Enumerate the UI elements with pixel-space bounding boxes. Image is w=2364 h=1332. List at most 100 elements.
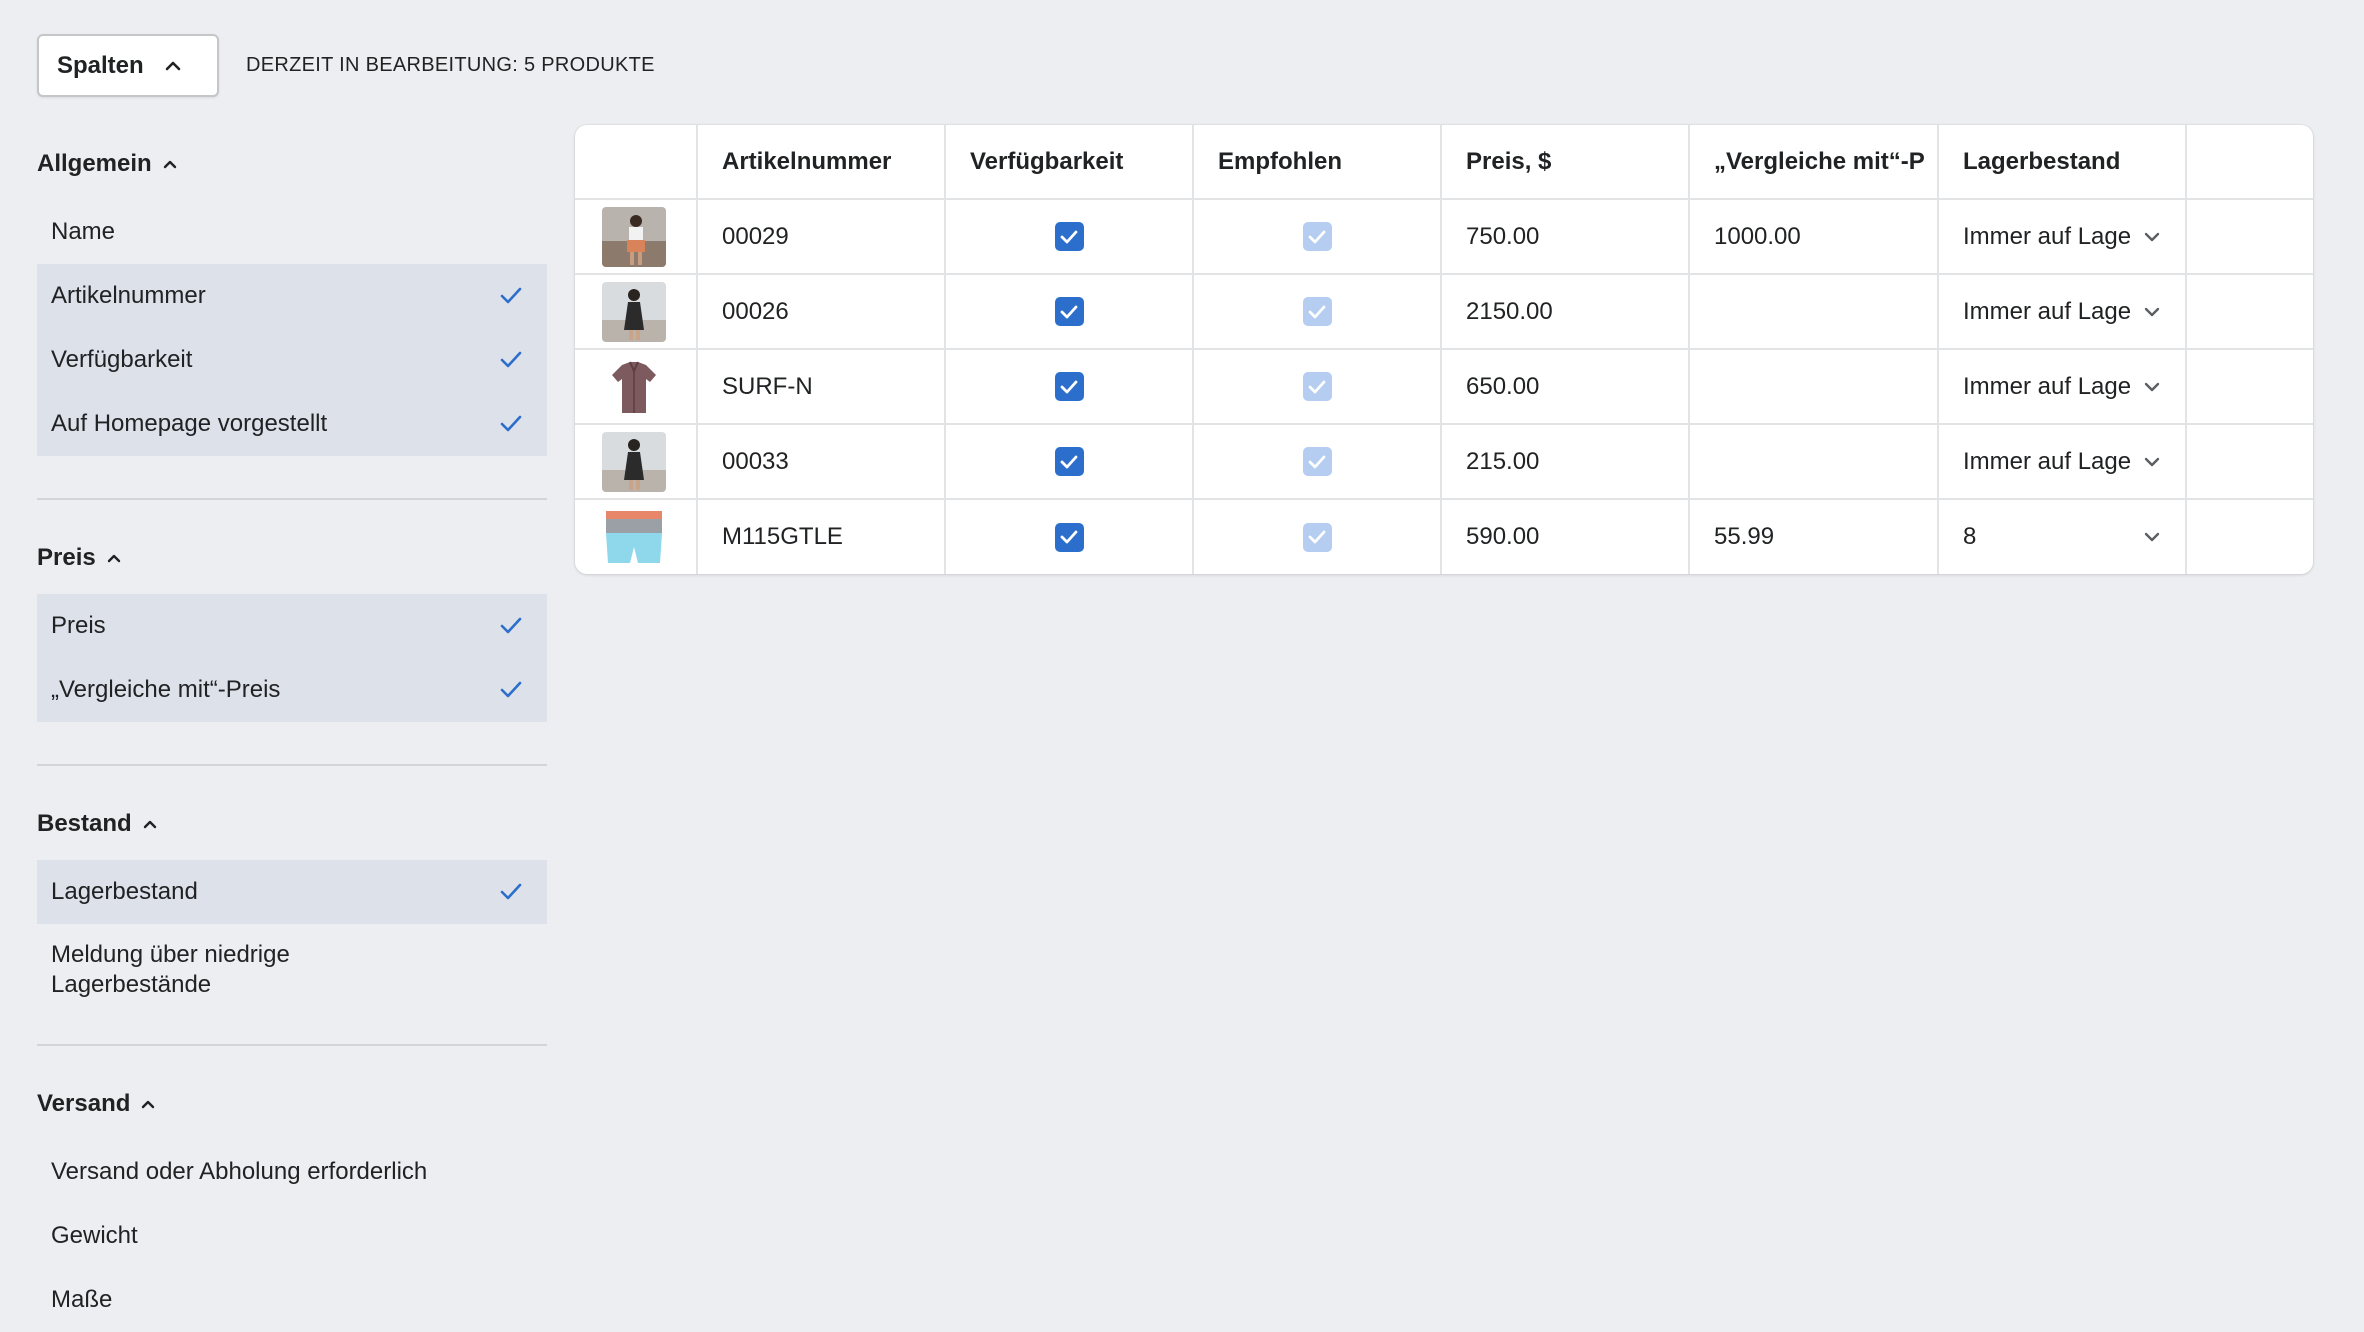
price-cell[interactable]: 590.00 (1441, 499, 1690, 574)
stock-select-value: 8 (1963, 523, 1977, 550)
extra-cell (2186, 274, 2313, 350)
price-cell[interactable]: 650.00 (1441, 349, 1690, 425)
product-thumbnail-image (602, 281, 666, 342)
chevron-down-icon (2143, 381, 2161, 393)
group-header-versand[interactable]: Versand (37, 1080, 547, 1128)
compare-price-cell[interactable]: 55.99 (1689, 499, 1939, 574)
featured-cell (1193, 349, 1442, 425)
header-verfuegbarkeit: Verfügbarkeit (945, 125, 1194, 200)
column-option-low-stock-alert[interactable]: Meldung über niedrige Lagerbestände (37, 924, 547, 1016)
product-thumbnail-cell (575, 349, 698, 425)
column-option-label: Name (51, 218, 116, 245)
product-thumbnail-image (602, 356, 666, 417)
column-option-compare-price[interactable]: „Vergleiche mit“-Preis (37, 658, 547, 722)
bulk-edit-table: Artikelnummer Verfügbarkeit Empfohlen Pr… (575, 125, 2313, 574)
stock-select-value: Immer auf Lage (1963, 222, 2132, 250)
column-option-dimensions[interactable]: Maße (37, 1268, 547, 1332)
checkmark-icon (499, 350, 523, 370)
group-allgemein: Allgemein Name Artikelnummer Verfügbarke… (37, 140, 547, 456)
header-lagerbestand: Lagerbestand (1938, 125, 2187, 200)
featured-checkbox[interactable] (1302, 522, 1332, 552)
sku-cell[interactable]: SURF-N (697, 349, 946, 425)
stock-select-value: Immer auf Lage (1963, 297, 2132, 325)
group-title: Bestand (37, 810, 132, 837)
column-option-shipping-required[interactable]: Versand oder Abholung erforderlich (37, 1140, 547, 1204)
group-title: Versand (37, 1090, 131, 1117)
column-option-label: „Vergleiche mit“-Preis (51, 676, 281, 703)
column-option-weight[interactable]: Gewicht (37, 1204, 547, 1268)
featured-checkbox[interactable] (1302, 372, 1332, 402)
group-versand: Versand Versand oder Abholung erforderli… (37, 1080, 547, 1332)
product-thumbnail-cell (575, 199, 698, 275)
columns-toggle-button[interactable]: Spalten (37, 34, 219, 97)
stock-select[interactable]: Immer auf Lage (1938, 274, 2187, 350)
group-header-preis[interactable]: Preis (37, 534, 547, 582)
availability-cell (945, 274, 1194, 350)
price-cell[interactable]: 750.00 (1441, 199, 1690, 275)
availability-checkbox[interactable] (1054, 447, 1084, 477)
featured-checkbox[interactable] (1302, 222, 1332, 252)
checkmark-icon (499, 680, 523, 700)
checkmark-icon (499, 882, 523, 902)
featured-cell (1193, 274, 1442, 350)
product-thumbnail-cell (575, 424, 698, 500)
stock-select[interactable]: 8 (1938, 499, 2187, 574)
availability-cell (945, 499, 1194, 574)
featured-cell (1193, 424, 1442, 500)
compare-price-cell[interactable] (1689, 349, 1939, 425)
column-option-lagerbestand[interactable]: Lagerbestand (37, 860, 547, 924)
column-option-label: Versand oder Abholung erforderlich (51, 1158, 428, 1185)
stock-select[interactable]: Immer auf Lage (1938, 349, 2187, 425)
featured-cell (1193, 499, 1442, 574)
table-row: M115GTLE 590.00 55.99 8 (575, 499, 2313, 574)
column-option-label: Artikelnummer (51, 282, 206, 309)
column-option-homepage-featured[interactable]: Auf Homepage vorgestellt (37, 392, 547, 456)
availability-checkbox[interactable] (1054, 372, 1084, 402)
chevron-down-icon (2143, 456, 2161, 468)
column-option-preis[interactable]: Preis (37, 594, 547, 658)
availability-checkbox[interactable] (1054, 522, 1084, 552)
checkmark-icon (499, 616, 523, 636)
table-row: 00033 215.00 Immer auf Lage (575, 424, 2313, 500)
availability-checkbox[interactable] (1054, 222, 1084, 252)
column-option-verfuegbarkeit[interactable]: Verfügbarkeit (37, 328, 547, 392)
extra-cell (2186, 349, 2313, 425)
chevron-up-icon (164, 60, 182, 72)
product-thumbnail-image (602, 206, 666, 267)
product-thumbnail-image (602, 431, 666, 492)
column-option-label: Lagerbestand (51, 878, 198, 905)
header-extra (2186, 125, 2313, 200)
chevron-up-icon (140, 1099, 156, 1110)
column-option-label: Preis (51, 612, 106, 639)
compare-price-cell[interactable] (1689, 274, 1939, 350)
column-option-label: Verfügbarkeit (51, 346, 193, 373)
stock-select[interactable]: Immer auf Lage (1938, 199, 2187, 275)
column-option-name[interactable]: Name (37, 200, 547, 264)
column-option-artikelnummer[interactable]: Artikelnummer (37, 264, 547, 328)
stock-select-value: Immer auf Lage (1963, 447, 2132, 475)
group-header-bestand[interactable]: Bestand (37, 800, 547, 848)
group-header-allgemein[interactable]: Allgemein (37, 140, 547, 188)
stock-select[interactable]: Immer auf Lage (1938, 424, 2187, 500)
compare-price-cell[interactable]: 1000.00 (1689, 199, 1939, 275)
group-preis: Preis Preis „Vergleiche mit“-Preis (37, 534, 547, 722)
product-thumbnail-cell (575, 499, 698, 574)
featured-checkbox[interactable] (1302, 447, 1332, 477)
divider (37, 1044, 547, 1046)
chevron-down-icon (2143, 231, 2161, 243)
product-thumbnail-image (602, 507, 666, 567)
featured-checkbox[interactable] (1302, 297, 1332, 327)
header-image (575, 125, 698, 200)
sku-cell[interactable]: 00033 (697, 424, 946, 500)
compare-price-cell[interactable] (1689, 424, 1939, 500)
chevron-up-icon (106, 553, 122, 564)
sku-cell[interactable]: M115GTLE (697, 499, 946, 574)
price-cell[interactable]: 215.00 (1441, 424, 1690, 500)
header-preis: Preis, $ (1441, 125, 1690, 200)
sku-cell[interactable]: 00029 (697, 199, 946, 275)
price-cell[interactable]: 2150.00 (1441, 274, 1690, 350)
column-option-label: Meldung über niedrige Lagerbestände (51, 941, 290, 998)
column-option-label: Gewicht (51, 1222, 138, 1249)
availability-checkbox[interactable] (1054, 297, 1084, 327)
sku-cell[interactable]: 00026 (697, 274, 946, 350)
